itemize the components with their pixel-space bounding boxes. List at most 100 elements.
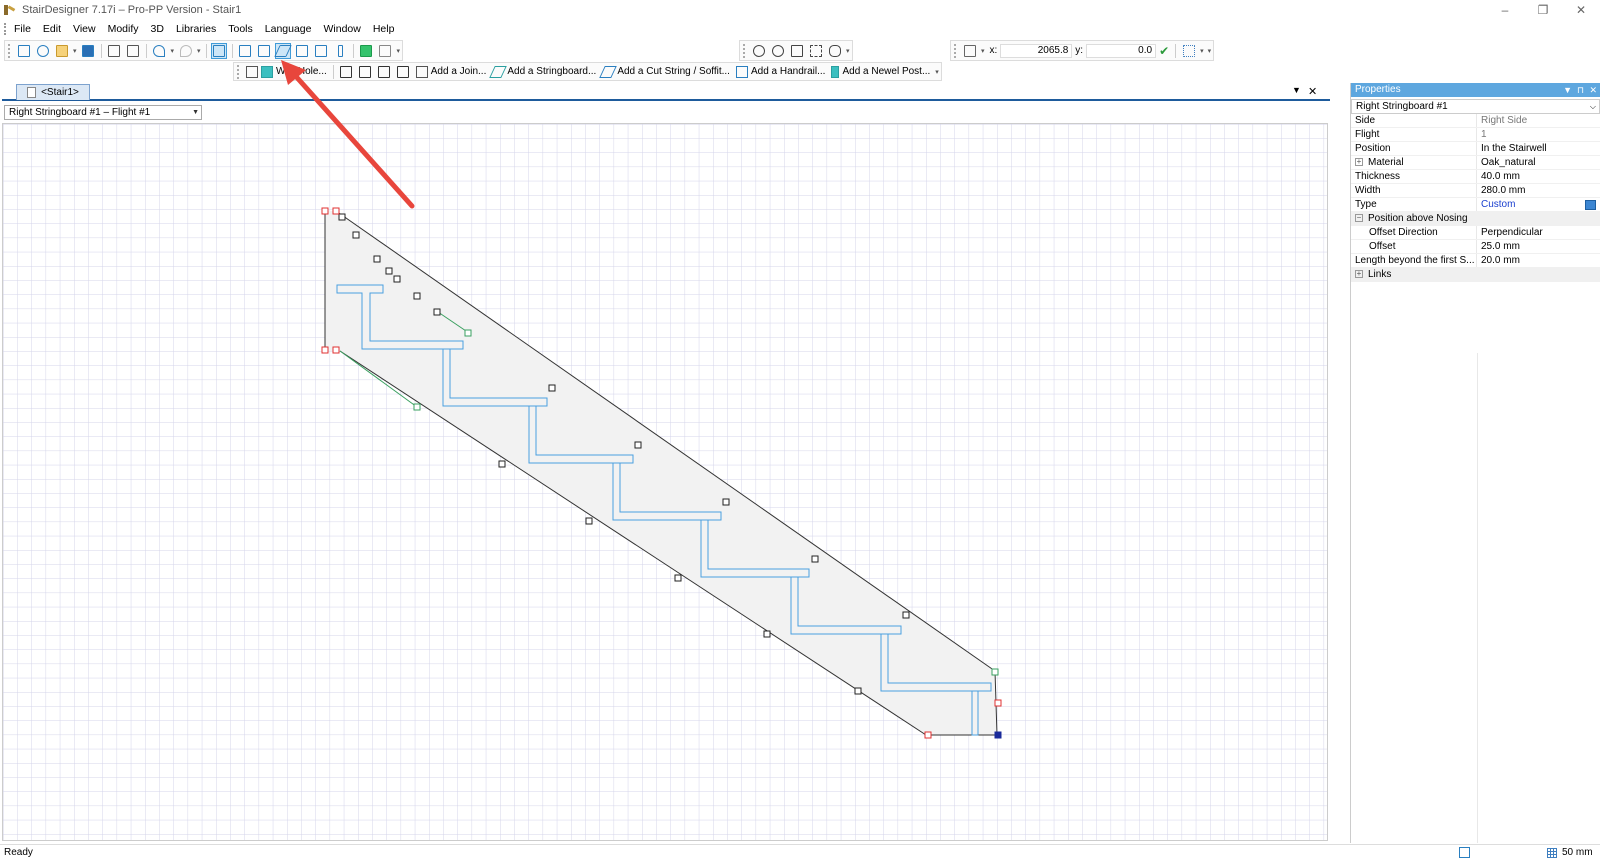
edit-node-handle[interactable] (585, 517, 593, 525)
redo-dropdown-icon[interactable]: ▾ (197, 47, 201, 55)
new-stair-button[interactable] (16, 43, 32, 59)
newel-view-button[interactable] (332, 43, 348, 59)
edit-node-handle[interactable] (763, 630, 771, 638)
menu-tools[interactable]: Tools (222, 20, 259, 38)
edit-node-handle[interactable] (352, 231, 360, 239)
toolbar-overflow-icon[interactable]: ▾ (397, 47, 401, 55)
edit-node-handle[interactable] (674, 574, 682, 582)
object-selector[interactable]: Right Stringboard #1 ⌵ (1351, 99, 1600, 114)
property-value-wrap[interactable]: Custom (1477, 198, 1600, 211)
property-row-flight[interactable]: Flight 1 (1351, 128, 1600, 142)
collapse-icon[interactable]: − (1355, 214, 1363, 223)
menu-language[interactable]: Language (259, 20, 318, 38)
flight-view-button[interactable] (256, 43, 272, 59)
edit-node-handle[interactable] (994, 731, 1002, 739)
handrail-view-button[interactable] (313, 43, 329, 59)
stringboard-view-button[interactable] (274, 42, 292, 59)
toolbar-overflow-icon[interactable]: ▾ (1208, 47, 1212, 55)
print-preview-button[interactable] (125, 43, 141, 59)
add-handrail-button[interactable]: Add a Handrail... (735, 65, 825, 78)
add-cut-string-button[interactable]: Add a Cut String / Soffit... (599, 65, 730, 78)
property-value[interactable]: In the Stairwell (1477, 142, 1600, 155)
menu-libraries[interactable]: Libraries (170, 20, 222, 38)
drawing-canvas[interactable] (2, 123, 1328, 841)
snap-status-icon[interactable] (1459, 847, 1470, 858)
property-value[interactable]: Perpendicular (1477, 226, 1600, 239)
redo-button[interactable] (178, 43, 194, 59)
edit-node-handle[interactable] (321, 346, 329, 354)
menu-modify[interactable]: Modify (102, 20, 145, 38)
balustrade-view-button[interactable] (294, 43, 310, 59)
toolbar-overflow-icon[interactable]: ▾ (846, 47, 850, 55)
zoom-in-button[interactable] (751, 43, 767, 59)
stringboard-shape-2-button[interactable] (357, 64, 373, 80)
edit-node-handle[interactable] (498, 460, 506, 468)
edit-node-handle[interactable] (433, 308, 441, 316)
property-value[interactable]: 280.0 mm (1477, 184, 1600, 197)
add-join-button[interactable]: Add a Join... (415, 65, 486, 78)
menu-file[interactable]: File (8, 20, 37, 38)
edit-node-handle[interactable] (338, 213, 346, 221)
edit-node-handle[interactable] (902, 611, 910, 619)
zoom-out-button[interactable] (770, 43, 786, 59)
menu-3d[interactable]: 3D (145, 20, 170, 38)
property-row-side[interactable]: Side Right Side (1351, 114, 1600, 128)
edit-node-handle[interactable] (413, 403, 421, 411)
close-panel-icon[interactable]: ✕ (1589, 83, 1597, 97)
edit-node-handle[interactable] (924, 731, 932, 739)
open-dropdown-icon[interactable]: ▾ (73, 47, 77, 55)
edit-node-handle[interactable] (634, 441, 642, 449)
edit-node-handle[interactable] (548, 384, 556, 392)
layers-button[interactable] (377, 43, 393, 59)
edit-node-handle[interactable] (811, 555, 819, 563)
snap-button[interactable] (962, 43, 978, 59)
add-newel-post-button[interactable]: Add a Newel Post... (831, 65, 930, 78)
property-row-width[interactable]: Width 280.0 mm (1351, 184, 1600, 198)
wall-hole-button[interactable]: Wall Hole... (246, 65, 327, 78)
flight-selector[interactable]: Right Stringboard #1 – Flight #1 ▼ (4, 105, 202, 120)
tab-stair1[interactable]: <Stair1> (16, 84, 90, 100)
panel-menu-icon[interactable]: ▼ (1563, 83, 1572, 97)
menu-edit[interactable]: Edit (37, 20, 67, 38)
zoom-extents-button[interactable] (789, 43, 805, 59)
property-category-position-above-nosing[interactable]: − Position above Nosing (1351, 212, 1600, 226)
property-value[interactable]: 25.0 mm (1477, 240, 1600, 253)
3d-view-button[interactable] (358, 43, 374, 59)
expand-icon[interactable]: + (1355, 270, 1363, 279)
edit-node-handle[interactable] (722, 498, 730, 506)
grid-button[interactable] (1181, 43, 1197, 59)
edit-node-handle[interactable] (413, 292, 421, 300)
pin-icon[interactable]: ⊓ (1577, 83, 1584, 97)
document-menu-icon[interactable]: ▼ (1292, 85, 1301, 95)
property-value[interactable]: 40.0 mm (1477, 170, 1600, 183)
y-coordinate-field[interactable]: 0.0 (1086, 43, 1157, 58)
minimize-button[interactable]: – (1486, 0, 1524, 20)
web-button[interactable] (35, 43, 51, 59)
properties-button[interactable] (211, 42, 228, 59)
property-value[interactable]: Oak_natural (1477, 156, 1600, 169)
undo-dropdown-icon[interactable]: ▾ (171, 47, 175, 55)
edit-node-handle[interactable] (321, 207, 329, 215)
edit-node-handle[interactable] (332, 346, 340, 354)
close-window-button[interactable]: ✕ (1562, 0, 1600, 20)
toolbar-overflow-icon[interactable]: ▾ (935, 68, 939, 76)
menu-view[interactable]: View (67, 20, 102, 38)
zoom-window-button[interactable] (808, 43, 824, 59)
x-coordinate-field[interactable]: 2065.8 (1000, 43, 1073, 58)
edit-node-handle[interactable] (332, 207, 340, 215)
snap-dropdown-icon[interactable]: ▾ (981, 47, 985, 55)
stringboard-drawing[interactable] (3, 124, 1328, 841)
edit-node-handle[interactable] (991, 668, 999, 676)
stair-view-button[interactable] (237, 43, 253, 59)
menu-help[interactable]: Help (367, 20, 401, 38)
save-button[interactable] (80, 43, 96, 59)
print-button[interactable] (106, 43, 122, 59)
open-button[interactable] (54, 43, 70, 59)
property-row-offset-direction[interactable]: Offset Direction Perpendicular (1351, 226, 1600, 240)
stringboard-shape-4-button[interactable] (395, 64, 411, 80)
edit-node-handle[interactable] (994, 699, 1002, 707)
edit-node-handle[interactable] (373, 255, 381, 263)
property-row-position[interactable]: Position In the Stairwell (1351, 142, 1600, 156)
grid-dropdown-icon[interactable]: ▾ (1200, 47, 1204, 55)
property-row-offset[interactable]: Offset 25.0 mm (1351, 240, 1600, 254)
